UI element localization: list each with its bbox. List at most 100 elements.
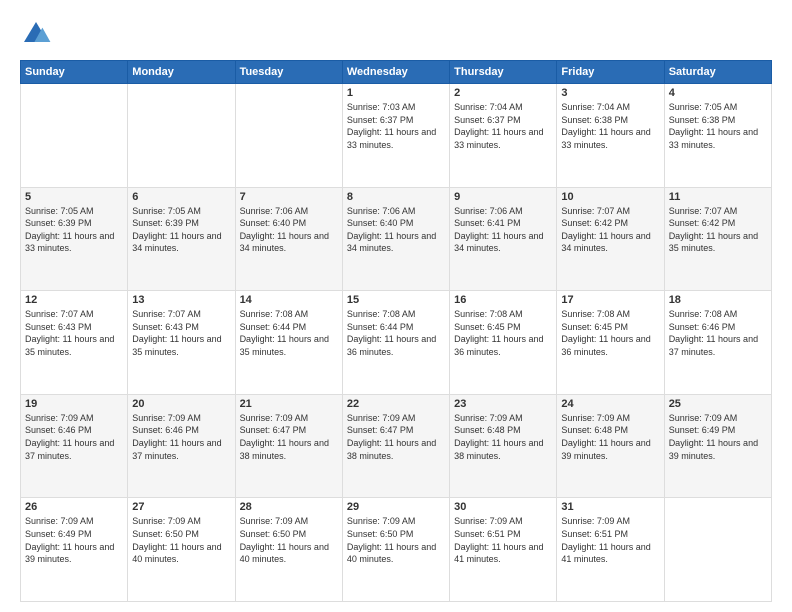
day-number: 16 [454, 294, 552, 306]
day-number: 13 [132, 294, 230, 306]
day-number: 30 [454, 501, 552, 513]
calendar-cell: 3Sunrise: 7:04 AMSunset: 6:38 PMDaylight… [557, 84, 664, 188]
day-info: Sunrise: 7:07 AMSunset: 6:42 PMDaylight:… [669, 205, 767, 255]
day-header-sunday: Sunday [21, 61, 128, 84]
calendar-cell: 18 Sunrise: 7:08 AMSunset: 6:46 PMDayligh… [664, 291, 771, 395]
day-number: 10 [561, 191, 659, 203]
day-info: Sunrise: 7:05 AMSunset: 6:39 PMDaylight:… [132, 205, 230, 255]
day-info: Sunrise: 7:06 AMSunset: 6:40 PMDaylight:… [347, 205, 445, 255]
week-row-2: 12 Sunrise: 7:07 AMSunset: 6:43 PMDayligh… [21, 291, 772, 395]
calendar-cell: 22Sunrise: 7:09 AMSunset: 6:47 PMDayligh… [342, 394, 449, 498]
day-info: Sunrise: 7:09 AMSunset: 6:46 PMDaylight:… [25, 412, 123, 462]
calendar-cell: 31 Sunrise: 7:09 AMSunset: 6:51 PMDayligh… [557, 498, 664, 602]
day-info: Sunrise: 7:09 AMSunset: 6:48 PMDaylight:… [561, 412, 659, 462]
calendar-cell: 17 Sunrise: 7:08 AMSunset: 6:45 PMDayligh… [557, 291, 664, 395]
day-header-saturday: Saturday [664, 61, 771, 84]
day-info: Sunrise: 7:08 AMSunset: 6:45 PMDaylight:… [454, 308, 552, 358]
calendar-cell: 2 Sunrise: 7:04 AMSunset: 6:37 PMDaylight… [450, 84, 557, 188]
day-info: Sunrise: 7:09 AMSunset: 6:49 PMDaylight:… [25, 515, 123, 565]
day-info: Sunrise: 7:07 AMSunset: 6:42 PMDaylight:… [561, 205, 659, 255]
day-number: 7 [240, 191, 338, 203]
day-info: Sunrise: 7:08 AMSunset: 6:46 PMDaylight:… [669, 308, 767, 358]
day-info: Sunrise: 7:03 AMSunset: 6:37 PMDaylight:… [347, 101, 445, 151]
day-number: 18 [669, 294, 767, 306]
day-info: Sunrise: 7:08 AMSunset: 6:44 PMDaylight:… [347, 308, 445, 358]
calendar-cell [664, 498, 771, 602]
day-number: 4 [669, 87, 767, 99]
day-number: 6 [132, 191, 230, 203]
calendar-cell: 6 Sunrise: 7:05 AMSunset: 6:39 PMDaylight… [128, 187, 235, 291]
day-number: 2 [454, 87, 552, 99]
calendar-cell: 20Sunrise: 7:09 AMSunset: 6:46 PMDayligh… [128, 394, 235, 498]
calendar-cell: 8 Sunrise: 7:06 AMSunset: 6:40 PMDaylight… [342, 187, 449, 291]
day-header-friday: Friday [557, 61, 664, 84]
day-info: Sunrise: 7:09 AMSunset: 6:50 PMDaylight:… [132, 515, 230, 565]
calendar-cell: 7 Sunrise: 7:06 AMSunset: 6:40 PMDaylight… [235, 187, 342, 291]
header [20, 18, 772, 50]
calendar-cell: 14 Sunrise: 7:08 AMSunset: 6:44 PMDayligh… [235, 291, 342, 395]
page: SundayMondayTuesdayWednesdayThursdayFrid… [0, 0, 792, 612]
day-info: Sunrise: 7:07 AMSunset: 6:43 PMDaylight:… [132, 308, 230, 358]
day-number: 5 [25, 191, 123, 203]
calendar-cell: 21 Sunrise: 7:09 AMSunset: 6:47 PMDayligh… [235, 394, 342, 498]
logo [20, 18, 56, 50]
day-number: 21 [240, 398, 338, 410]
day-number: 29 [347, 501, 445, 513]
day-info: Sunrise: 7:08 AMSunset: 6:45 PMDaylight:… [561, 308, 659, 358]
calendar-cell: 29 Sunrise: 7:09 AMSunset: 6:50 PMDayligh… [342, 498, 449, 602]
day-info: Sunrise: 7:09 AMSunset: 6:50 PMDaylight:… [347, 515, 445, 565]
logo-icon [20, 18, 52, 50]
day-number: 9 [454, 191, 552, 203]
day-header-monday: Monday [128, 61, 235, 84]
day-info: Sunrise: 7:07 AMSunset: 6:43 PMDaylight:… [25, 308, 123, 358]
calendar-body: 1 Sunrise: 7:03 AMSunset: 6:37 PMDaylight… [21, 84, 772, 602]
day-number: 23 [454, 398, 552, 410]
week-row-4: 26Sunrise: 7:09 AMSunset: 6:49 PMDayligh… [21, 498, 772, 602]
day-header-row: SundayMondayTuesdayWednesdayThursdayFrid… [21, 61, 772, 84]
calendar-cell: 10 Sunrise: 7:07 AMSunset: 6:42 PMDayligh… [557, 187, 664, 291]
day-number: 8 [347, 191, 445, 203]
day-number: 11 [669, 191, 767, 203]
day-info: Sunrise: 7:06 AMSunset: 6:40 PMDaylight:… [240, 205, 338, 255]
calendar-cell: 15 Sunrise: 7:08 AMSunset: 6:44 PMDayligh… [342, 291, 449, 395]
day-number: 22 [347, 398, 445, 410]
day-number: 15 [347, 294, 445, 306]
calendar-cell: 5 Sunrise: 7:05 AMSunset: 6:39 PMDaylight… [21, 187, 128, 291]
day-number: 17 [561, 294, 659, 306]
day-number: 1 [347, 87, 445, 99]
calendar-cell: 27Sunrise: 7:09 AMSunset: 6:50 PMDayligh… [128, 498, 235, 602]
calendar-cell: 4 Sunrise: 7:05 AMSunset: 6:38 PMDaylight… [664, 84, 771, 188]
calendar-cell: 1 Sunrise: 7:03 AMSunset: 6:37 PMDaylight… [342, 84, 449, 188]
day-info: Sunrise: 7:09 AMSunset: 6:47 PMDaylight:… [240, 412, 338, 462]
calendar-cell: 28Sunrise: 7:09 AMSunset: 6:50 PMDayligh… [235, 498, 342, 602]
day-info: Sunrise: 7:05 AMSunset: 6:39 PMDaylight:… [25, 205, 123, 255]
day-info: Sunrise: 7:08 AMSunset: 6:44 PMDaylight:… [240, 308, 338, 358]
day-number: 28 [240, 501, 338, 513]
day-number: 14 [240, 294, 338, 306]
day-number: 12 [25, 294, 123, 306]
day-number: 20 [132, 398, 230, 410]
week-row-0: 1 Sunrise: 7:03 AMSunset: 6:37 PMDaylight… [21, 84, 772, 188]
calendar-table: SundayMondayTuesdayWednesdayThursdayFrid… [20, 60, 772, 602]
calendar-cell [235, 84, 342, 188]
week-row-3: 19Sunrise: 7:09 AMSunset: 6:46 PMDayligh… [21, 394, 772, 498]
day-number: 25 [669, 398, 767, 410]
calendar-cell: 13 Sunrise: 7:07 AMSunset: 6:43 PMDayligh… [128, 291, 235, 395]
calendar-cell: 24 Sunrise: 7:09 AMSunset: 6:48 PMDayligh… [557, 394, 664, 498]
day-number: 31 [561, 501, 659, 513]
day-info: Sunrise: 7:09 AMSunset: 6:49 PMDaylight:… [669, 412, 767, 462]
calendar-cell: 23 Sunrise: 7:09 AMSunset: 6:48 PMDayligh… [450, 394, 557, 498]
day-header-wednesday: Wednesday [342, 61, 449, 84]
calendar-cell: 12 Sunrise: 7:07 AMSunset: 6:43 PMDayligh… [21, 291, 128, 395]
calendar-cell: 30Sunrise: 7:09 AMSunset: 6:51 PMDayligh… [450, 498, 557, 602]
day-info: Sunrise: 7:06 AMSunset: 6:41 PMDaylight:… [454, 205, 552, 255]
day-number: 24 [561, 398, 659, 410]
calendar-cell: 25 Sunrise: 7:09 AMSunset: 6:49 PMDayligh… [664, 394, 771, 498]
day-info: Sunrise: 7:09 AMSunset: 6:51 PMDaylight:… [561, 515, 659, 565]
day-info: Sunrise: 7:05 AMSunset: 6:38 PMDaylight:… [669, 101, 767, 151]
calendar-cell: 16 Sunrise: 7:08 AMSunset: 6:45 PMDayligh… [450, 291, 557, 395]
day-info: Sunrise: 7:04 AMSunset: 6:37 PMDaylight:… [454, 101, 552, 151]
day-info: Sunrise: 7:09 AMSunset: 6:48 PMDaylight:… [454, 412, 552, 462]
calendar-cell [21, 84, 128, 188]
calendar-header: SundayMondayTuesdayWednesdayThursdayFrid… [21, 61, 772, 84]
